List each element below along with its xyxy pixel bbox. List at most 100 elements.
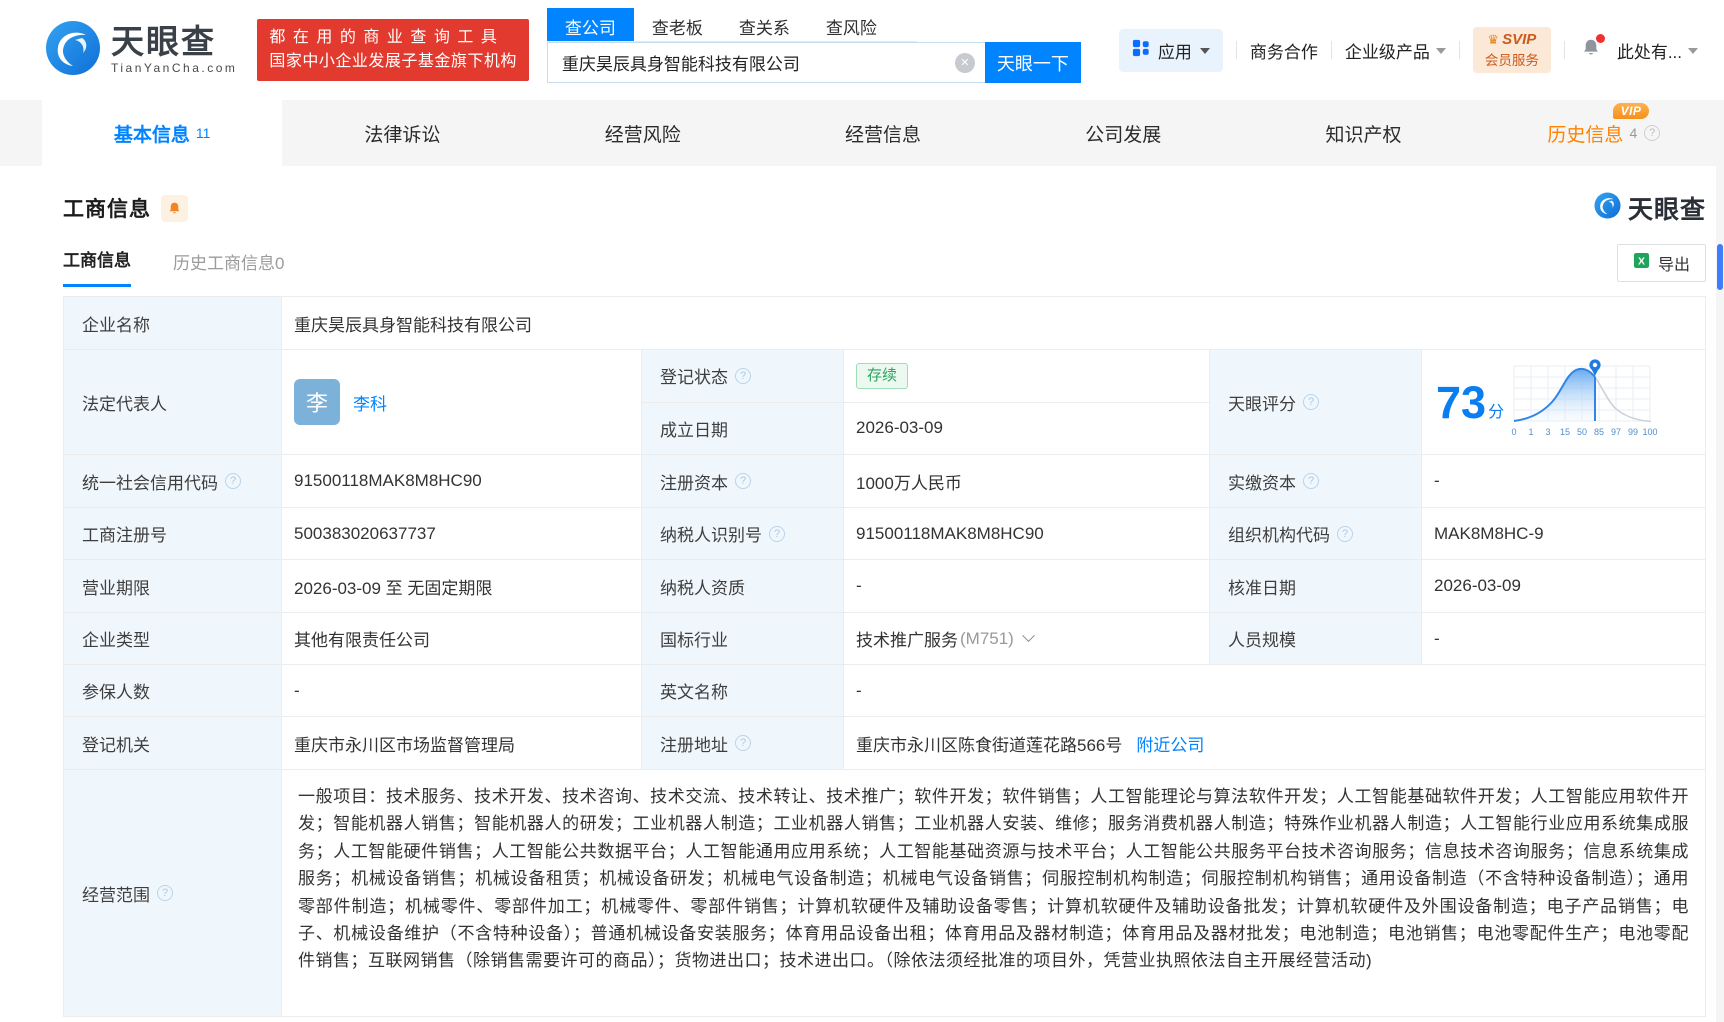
label-org-code: 组织机构代码 bbox=[1228, 521, 1330, 546]
reg-capital-value-cell: 1000万人民币 bbox=[844, 455, 1210, 507]
question-icon[interactable]: ? bbox=[735, 735, 751, 751]
reg-authority-value-cell: 重庆市永川区市场监督管理局 bbox=[282, 717, 642, 769]
legal-rep-link[interactable]: 李科 bbox=[353, 390, 387, 415]
nav-enterprise-products[interactable]: 企业级产品 bbox=[1345, 38, 1446, 63]
notification-bell-button[interactable] bbox=[1580, 37, 1602, 64]
scrollbar-thumb[interactable] bbox=[1717, 244, 1723, 290]
tab-company-development[interactable]: 公司发展 bbox=[1003, 100, 1243, 166]
business-info-table: 企业名称 重庆昊辰具身智能科技有限公司 法定代表人 李 李科 bbox=[63, 296, 1706, 1017]
monitor-bell-button[interactable] bbox=[161, 195, 188, 222]
alarm-bell-icon bbox=[167, 201, 182, 216]
slogan-line2: 国家中小企业发展子基金旗下机构 bbox=[269, 50, 517, 74]
apps-button[interactable]: 应用 bbox=[1119, 29, 1223, 72]
section-header: 工商信息 天眼查 bbox=[63, 191, 1706, 225]
slogan-badge: 都在用的商业查询工具 国家中小企业发展子基金旗下机构 bbox=[257, 19, 529, 81]
label-english-name: 英文名称 bbox=[660, 678, 728, 703]
company-name-value-cell: 重庆昊辰具身智能科技有限公司 bbox=[282, 297, 1705, 349]
legal-rep-label-cell: 法定代表人 bbox=[64, 350, 282, 454]
tab-operation-risk[interactable]: 经营风险 bbox=[523, 100, 763, 166]
tab-legal-litigation[interactable]: 法律诉讼 bbox=[282, 100, 522, 166]
score-distribution-chart: 0 1 3 15 50 85 97 99 100 bbox=[1508, 356, 1658, 448]
question-icon[interactable]: ? bbox=[157, 885, 173, 901]
label-legal-rep: 法定代表人 bbox=[82, 390, 167, 415]
establish-date-subrow: 成立日期 2026-03-09 bbox=[642, 403, 1209, 455]
table-row: 经营范围 ? 一般项目：技术服务、技术开发、技术咨询、技术交流、技术转让、技术推… bbox=[64, 770, 1705, 1016]
divider bbox=[1459, 41, 1460, 59]
search-tab-risk[interactable]: 查风险 bbox=[808, 8, 895, 41]
scrollbar-track[interactable] bbox=[1716, 166, 1724, 1022]
label-reg-address: 注册地址 bbox=[660, 731, 728, 756]
question-icon[interactable]: ? bbox=[1337, 526, 1353, 542]
search-input[interactable] bbox=[562, 53, 955, 73]
label-staff-size: 人员规模 bbox=[1228, 626, 1296, 651]
caret-down-icon bbox=[1688, 48, 1698, 59]
search-tab-relation[interactable]: 查关系 bbox=[721, 8, 808, 41]
user-label: 此处有... bbox=[1617, 38, 1682, 63]
svg-text:1: 1 bbox=[1529, 427, 1534, 437]
insured-count-label-cell: 参保人数 bbox=[64, 665, 282, 716]
table-row: 参保人数 - 英文名称 - bbox=[64, 665, 1705, 717]
tab-intellectual-property[interactable]: 知识产权 bbox=[1243, 100, 1483, 166]
search-row: ✕ 天眼一下 bbox=[547, 42, 1081, 83]
svg-text:15: 15 bbox=[1560, 427, 1570, 437]
question-icon[interactable]: ? bbox=[1303, 394, 1319, 410]
search-tabs: 查公司 查老板 查关系 查风险 bbox=[547, 8, 917, 42]
question-icon[interactable]: ? bbox=[769, 526, 785, 542]
chevron-down-icon[interactable] bbox=[1022, 629, 1035, 642]
nav-cooperation[interactable]: 商务合作 bbox=[1250, 38, 1318, 63]
reg-capital-label-cell: 注册资本 ? bbox=[642, 455, 844, 507]
industry-value-cell: 技术推广服务 (M751) bbox=[844, 613, 1210, 664]
reg-authority-label-cell: 登记机关 bbox=[64, 717, 282, 769]
value-org-code: MAK8M8HC-9 bbox=[1434, 524, 1544, 544]
search-tab-boss[interactable]: 查老板 bbox=[634, 8, 721, 41]
approval-date-label-cell: 核准日期 bbox=[1210, 560, 1422, 612]
value-taxpayer-id: 91500118MAK8M8HC90 bbox=[856, 524, 1044, 544]
question-icon[interactable]: ? bbox=[1644, 125, 1660, 141]
label-taxpayer-quality: 纳税人资质 bbox=[660, 574, 745, 599]
legal-rep-avatar[interactable]: 李 bbox=[294, 379, 340, 425]
subtab-business-info[interactable]: 工商信息 bbox=[63, 246, 131, 287]
business-scope-label-cell: 经营范围 ? bbox=[64, 770, 282, 1016]
taxpayer-id-value-cell: 91500118MAK8M8HC90 bbox=[844, 508, 1210, 559]
question-icon[interactable]: ? bbox=[735, 473, 751, 489]
question-icon[interactable]: ? bbox=[1303, 473, 1319, 489]
divider bbox=[1236, 41, 1237, 59]
subtab-history-business-info[interactable]: 历史工商信息0 bbox=[173, 249, 284, 287]
subtab-row: 工商信息 历史工商信息0 X 导出 bbox=[63, 239, 1706, 287]
page: 天眼查 TianYanCha.com 都在用的商业查询工具 国家中小企业发展子基… bbox=[0, 0, 1724, 1022]
question-icon[interactable]: ? bbox=[735, 368, 751, 384]
search-tab-company[interactable]: 查公司 bbox=[547, 8, 634, 41]
site-logo[interactable]: 天眼查 TianYanCha.com bbox=[45, 20, 237, 81]
tab-count: 4 bbox=[1629, 125, 1637, 141]
credit-code-value-cell: 91500118MAK8M8HC90 bbox=[282, 455, 642, 507]
svg-text:97: 97 bbox=[1611, 427, 1621, 437]
tab-basic-info[interactable]: 基本信息 11 bbox=[42, 100, 282, 166]
user-menu[interactable]: 此处有... bbox=[1617, 38, 1698, 63]
tab-operation-info[interactable]: 经营信息 bbox=[763, 100, 1003, 166]
enterprise-type-label-cell: 企业类型 bbox=[64, 613, 282, 664]
label-business-term: 营业期限 bbox=[82, 574, 150, 599]
reg-address-label-cell: 注册地址 ? bbox=[642, 717, 844, 769]
svg-text:3: 3 bbox=[1546, 427, 1551, 437]
tab-history-info[interactable]: 历史信息 VIP 4 ? bbox=[1484, 100, 1724, 166]
label-business-scope: 经营范围 bbox=[82, 881, 150, 906]
export-button[interactable]: X 导出 bbox=[1617, 244, 1706, 282]
nearby-companies-link[interactable]: 附近公司 bbox=[1136, 731, 1204, 756]
reg-address-value-cell: 重庆市永川区陈食街道莲花路566号 附近公司 bbox=[844, 717, 1705, 769]
business-term-label-cell: 营业期限 bbox=[64, 560, 282, 612]
industry-label-cell: 国标行业 bbox=[642, 613, 844, 664]
svip-member-button[interactable]: ♛ SVIP 会员服务 bbox=[1473, 27, 1551, 73]
value-reg-capital: 1000万人民币 bbox=[856, 469, 962, 494]
staff-size-label-cell: 人员规模 bbox=[1210, 613, 1422, 664]
notification-dot bbox=[1596, 34, 1605, 43]
reg-number-value-cell: 500383020637737 bbox=[282, 508, 642, 559]
slogan-line1: 都在用的商业查询工具 bbox=[269, 26, 517, 50]
tab-label: 法律诉讼 bbox=[364, 120, 440, 147]
search-clear-icon[interactable]: ✕ bbox=[955, 53, 975, 73]
crown-icon: ♛ bbox=[1487, 32, 1499, 48]
label-reg-number: 工商注册号 bbox=[82, 521, 167, 546]
caret-down-icon bbox=[1436, 48, 1446, 59]
search-button[interactable]: 天眼一下 bbox=[985, 42, 1081, 83]
question-icon[interactable]: ? bbox=[225, 473, 241, 489]
divider bbox=[1564, 41, 1565, 59]
